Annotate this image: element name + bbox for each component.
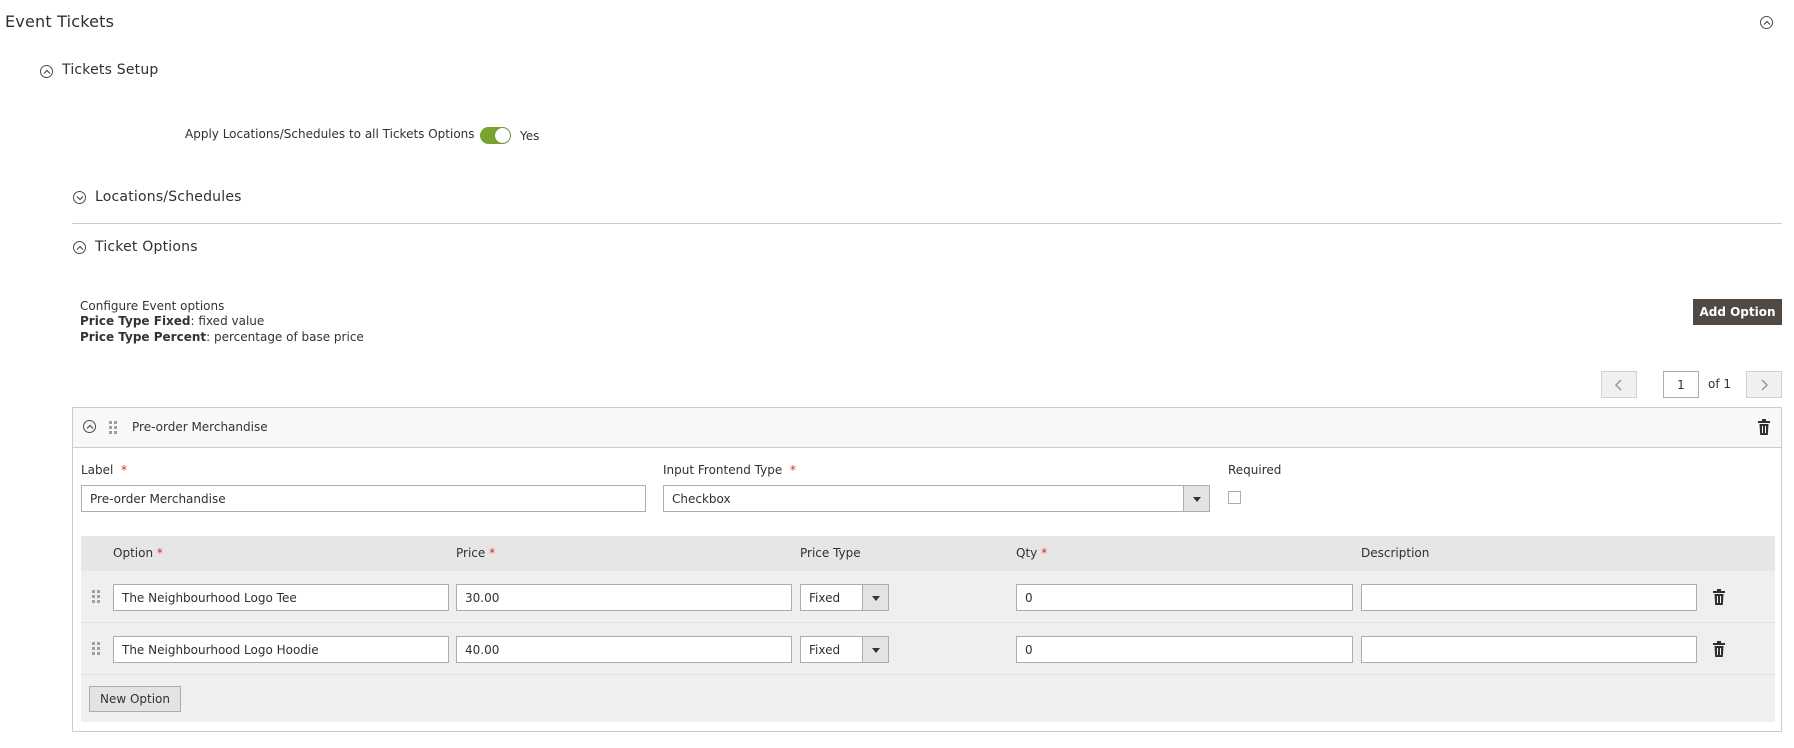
delete-row-icon[interactable]	[1713, 641, 1725, 657]
fixed-label: Price Type Fixed	[80, 314, 191, 328]
apply-locations-label: Apply Locations/Schedules to all Tickets…	[185, 127, 475, 141]
grid-header: Option * Price * Price Type Qty * Descri…	[81, 536, 1775, 571]
option-group-title: Pre-order Merchandise	[132, 420, 268, 434]
label-caption: Label *	[81, 463, 128, 477]
chevron-down-icon	[862, 585, 888, 610]
fixed-text: : fixed value	[190, 314, 265, 328]
row-drag-handle-icon[interactable]	[92, 642, 100, 656]
apply-locations-toggle[interactable]	[480, 127, 511, 144]
price-type-value: Fixed	[809, 591, 841, 605]
chevron-down-icon	[862, 637, 888, 662]
input-type-value: Checkbox	[672, 492, 731, 506]
info-line-fixed: Price Type Fixed: fixed value	[80, 314, 264, 328]
option-group-header[interactable]: Pre-order Merchandise	[73, 408, 1781, 448]
drag-handle-icon[interactable]	[109, 421, 117, 435]
col-qty: Qty *	[1016, 546, 1048, 560]
ticket-options-collapse-icon[interactable]	[73, 241, 86, 254]
page-title: Event Tickets	[5, 12, 115, 31]
description-input[interactable]	[1361, 584, 1697, 611]
info-line-1: Configure Event options	[80, 299, 225, 313]
option-title-input[interactable]	[113, 636, 449, 663]
pager-prev-button[interactable]	[1601, 371, 1637, 398]
description-input[interactable]	[1361, 636, 1697, 663]
price-type-select[interactable]: Fixed	[800, 584, 889, 611]
chevron-down-icon	[1183, 486, 1209, 511]
add-option-button[interactable]: Add Option	[1693, 299, 1782, 325]
qty-input[interactable]	[1016, 584, 1353, 611]
info-line-percent: Price Type Percent: percentage of base p…	[80, 330, 364, 344]
option-group-collapse-icon[interactable]	[83, 420, 96, 433]
col-description: Description	[1361, 546, 1430, 560]
pager-next-button[interactable]	[1746, 371, 1782, 398]
row-drag-handle-icon[interactable]	[92, 590, 100, 604]
tickets-setup-collapse-icon[interactable]	[40, 65, 53, 78]
col-option: Option *	[113, 546, 163, 560]
qty-input[interactable]	[1016, 636, 1353, 663]
delete-group-icon[interactable]	[1758, 419, 1770, 435]
pager-page-input[interactable]	[1663, 371, 1699, 398]
input-type-select[interactable]: Checkbox	[663, 485, 1210, 512]
option-title-input[interactable]	[113, 584, 449, 611]
option-group-panel: Pre-order Merchandise Label * Input Fron…	[72, 407, 1782, 732]
table-row: Fixed	[81, 572, 1775, 623]
price-input[interactable]	[456, 584, 792, 611]
price-type-value: Fixed	[809, 643, 841, 657]
apply-locations-value: Yes	[520, 129, 540, 143]
price-type-select[interactable]: Fixed	[800, 636, 889, 663]
required-checkbox[interactable]	[1228, 491, 1241, 504]
percent-text: : percentage of base price	[206, 330, 364, 344]
new-option-button[interactable]: New Option	[89, 686, 181, 712]
col-price: Price *	[456, 546, 496, 560]
label-input[interactable]	[81, 485, 646, 512]
input-type-caption: Input Frontend Type *	[663, 463, 796, 477]
ticket-options-title[interactable]: Ticket Options	[95, 239, 198, 255]
tickets-setup-title[interactable]: Tickets Setup	[62, 62, 159, 78]
table-row: Fixed	[81, 624, 1775, 675]
required-caption: Required	[1228, 463, 1282, 477]
price-input[interactable]	[456, 636, 792, 663]
locations-title[interactable]: Locations/Schedules	[95, 189, 242, 205]
section-divider	[72, 223, 1782, 224]
options-grid: Option * Price * Price Type Qty * Descri…	[81, 536, 1775, 722]
collapse-icon[interactable]	[1760, 16, 1773, 29]
delete-row-icon[interactable]	[1713, 589, 1725, 605]
col-price-type: Price Type	[800, 546, 861, 560]
locations-expand-icon[interactable]	[73, 191, 86, 204]
percent-label: Price Type Percent	[80, 330, 207, 344]
pager-of-text: of 1	[1708, 377, 1732, 391]
